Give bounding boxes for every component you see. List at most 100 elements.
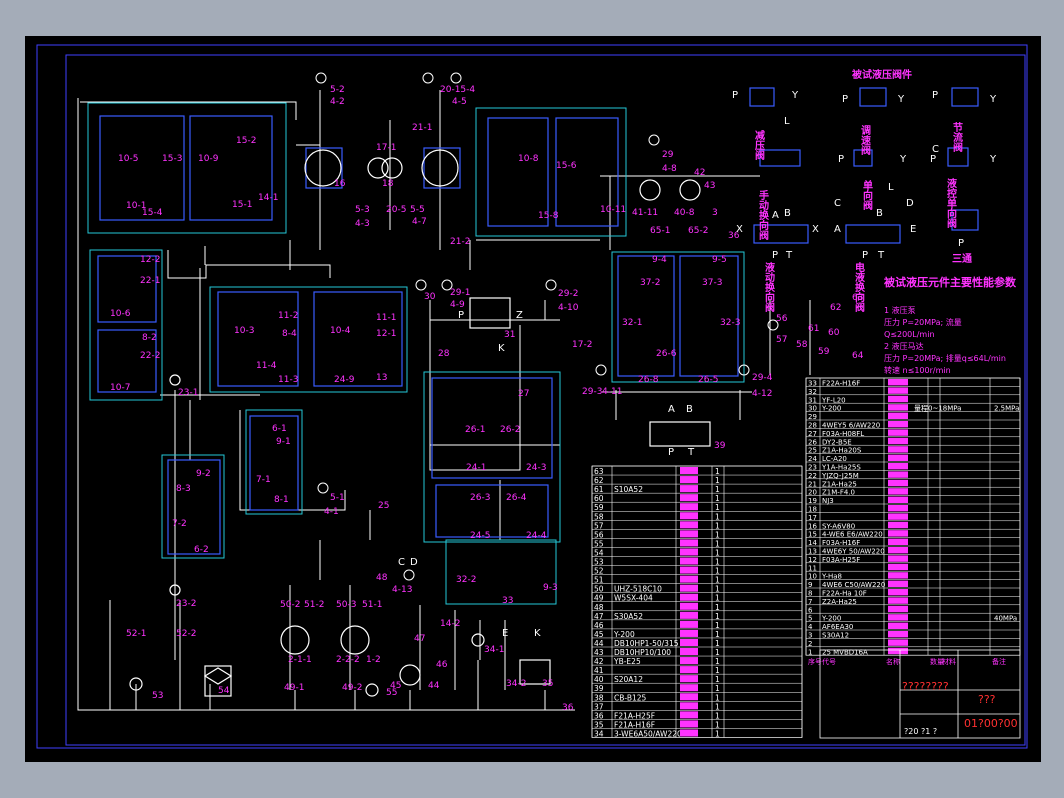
bom-right-name-cell — [888, 395, 908, 403]
bom-left-code: W5SX-404 — [614, 594, 653, 603]
label-29-1: 29-1 — [450, 288, 470, 298]
bom-left-code: DB10HP1-50/315 — [614, 639, 679, 648]
bom-left-num: 50 — [594, 585, 604, 594]
bom-left-name-cell — [680, 629, 698, 637]
port-T: T — [687, 447, 695, 458]
label-39: 39 — [714, 441, 726, 451]
bom-right-header: 材料 — [942, 657, 956, 666]
bom-left-qty: 1 — [715, 548, 720, 557]
label-4-2: 4-2 — [330, 97, 345, 107]
label-21-1: 21-1 — [412, 123, 432, 133]
bom-left-num: 45 — [594, 630, 604, 639]
label-4-1: 4-1 — [324, 507, 339, 517]
label-51-1: 51-1 — [362, 600, 382, 610]
legend-tested-valve: 被试液压阀件 — [852, 68, 912, 81]
spec-line-6: 转速 n≤100r/min — [884, 365, 951, 375]
port-A: A — [668, 404, 675, 415]
label-22-1: 22-1 — [140, 276, 160, 286]
drawing-sheet: 5-2 4-2 20-15-4 4-5 17-1 21-1 16 18 5-3 … — [25, 36, 1041, 762]
bom-left-qty: 1 — [715, 576, 720, 585]
bom-left-num: 51 — [594, 576, 604, 585]
label-11-2: 11-2 — [278, 311, 298, 321]
bom-left-qty: 1 — [715, 521, 720, 530]
label-5-3: 5-3 — [355, 205, 370, 215]
label-16: 16 — [334, 179, 346, 189]
label-32-2: 32-2 — [456, 575, 476, 585]
lg-P8: P — [958, 238, 964, 249]
bom-left-name-cell — [680, 530, 698, 538]
bom-left-qty: 1 — [715, 585, 720, 594]
label-11-1: 11-1 — [376, 313, 396, 323]
bom-left-name-cell — [680, 729, 698, 737]
label-29-3: 29-3 — [582, 387, 602, 397]
label-7-2: 7-2 — [172, 519, 187, 529]
label-45: 45 — [390, 681, 401, 691]
label-22-2: 22-2 — [140, 351, 160, 361]
bom-left-qty: 1 — [715, 512, 720, 521]
bom-right-name-cell — [888, 614, 908, 621]
bom-left-num: 40 — [594, 675, 604, 684]
bom-left-qty: 1 — [715, 621, 720, 630]
bom-left-num: 56 — [594, 530, 604, 539]
bom-left-name-cell — [680, 675, 698, 683]
bom-left-num: 53 — [594, 558, 604, 567]
bom-left-code: Y-200 — [613, 630, 635, 639]
bom-left-code: YB-E25 — [613, 657, 641, 666]
lg-P7: P — [862, 250, 868, 261]
lg-Y5: Y — [989, 154, 997, 165]
bom-left-num: 62 — [594, 476, 604, 485]
label-4-7: 4-7 — [412, 217, 427, 227]
label-34-2: 34-2 — [506, 679, 526, 689]
spec-line-4: 2 液压马达 — [884, 341, 924, 351]
lg-B2: B — [876, 208, 883, 219]
bom-right-name-cell — [888, 496, 908, 503]
bom-right-num: 1 — [808, 648, 812, 656]
bom-left-code: F21A-H25F — [614, 711, 655, 720]
bom-right-name-cell — [888, 404, 908, 411]
label-8-3: 8-3 — [176, 484, 191, 494]
bom-right-name-cell — [888, 446, 908, 453]
bom-left-name-cell — [680, 467, 698, 475]
bom-left-num: 63 — [594, 467, 604, 476]
label-33: 33 — [502, 596, 513, 606]
bom-left-name-cell — [680, 566, 698, 574]
bom-left-qty: 1 — [715, 485, 720, 494]
lg-C2: C — [834, 198, 841, 209]
label-26-3: 26-3 — [470, 493, 490, 503]
label-42: 42 — [694, 168, 705, 178]
label-5-2: 5-2 — [330, 85, 345, 95]
label-26-1: 26-1 — [465, 425, 485, 435]
label-43: 43 — [704, 181, 715, 191]
bom-left-qty: 1 — [715, 476, 720, 485]
bom-left-num: 35 — [594, 720, 604, 729]
bom-left-name-cell — [680, 620, 698, 628]
bom-left-name-cell — [680, 575, 698, 583]
bom-right-header: 名称 — [886, 657, 900, 666]
label-9-2: 9-2 — [196, 469, 211, 479]
bom-table-left: 63 1 62 1 61 S10A52 1 60 1 59 1 58 1 57 1 56 1 55 1 54 1 53 1 5… — [591, 465, 803, 738]
lg-P3: P — [932, 90, 938, 101]
bom-right-name-cell — [888, 563, 908, 571]
label-24-3: 24-3 — [526, 463, 546, 473]
lg-P1: P — [732, 90, 738, 101]
bom-right-name-cell — [888, 580, 908, 587]
label-60: 60 — [828, 328, 840, 338]
bom-right-name-cell — [888, 505, 908, 512]
label-6-1: 6-1 — [272, 424, 287, 434]
bom-right-header: 备注 — [992, 657, 1006, 666]
label-23-2: 23-2 — [176, 599, 196, 609]
bom-left-name-cell — [680, 557, 698, 565]
lg-E1: E — [910, 224, 916, 235]
bom-left-qty: 1 — [715, 612, 720, 621]
lg-L2: L — [888, 182, 894, 193]
label-9-5: 9-5 — [712, 255, 727, 265]
spec-line-1: 1 液压泵 — [884, 305, 916, 315]
spec-line-2: 压力 P=20MPa; 流量 — [884, 317, 962, 327]
label-24-5: 24-5 — [470, 531, 490, 541]
label-28: 28 — [438, 349, 450, 359]
label-37-2: 37-2 — [640, 278, 660, 288]
bom-left-name-cell — [680, 702, 698, 710]
lg-B1: B — [784, 208, 791, 219]
bom-left-name-cell — [680, 584, 698, 592]
bom-left-qty: 1 — [715, 720, 720, 729]
